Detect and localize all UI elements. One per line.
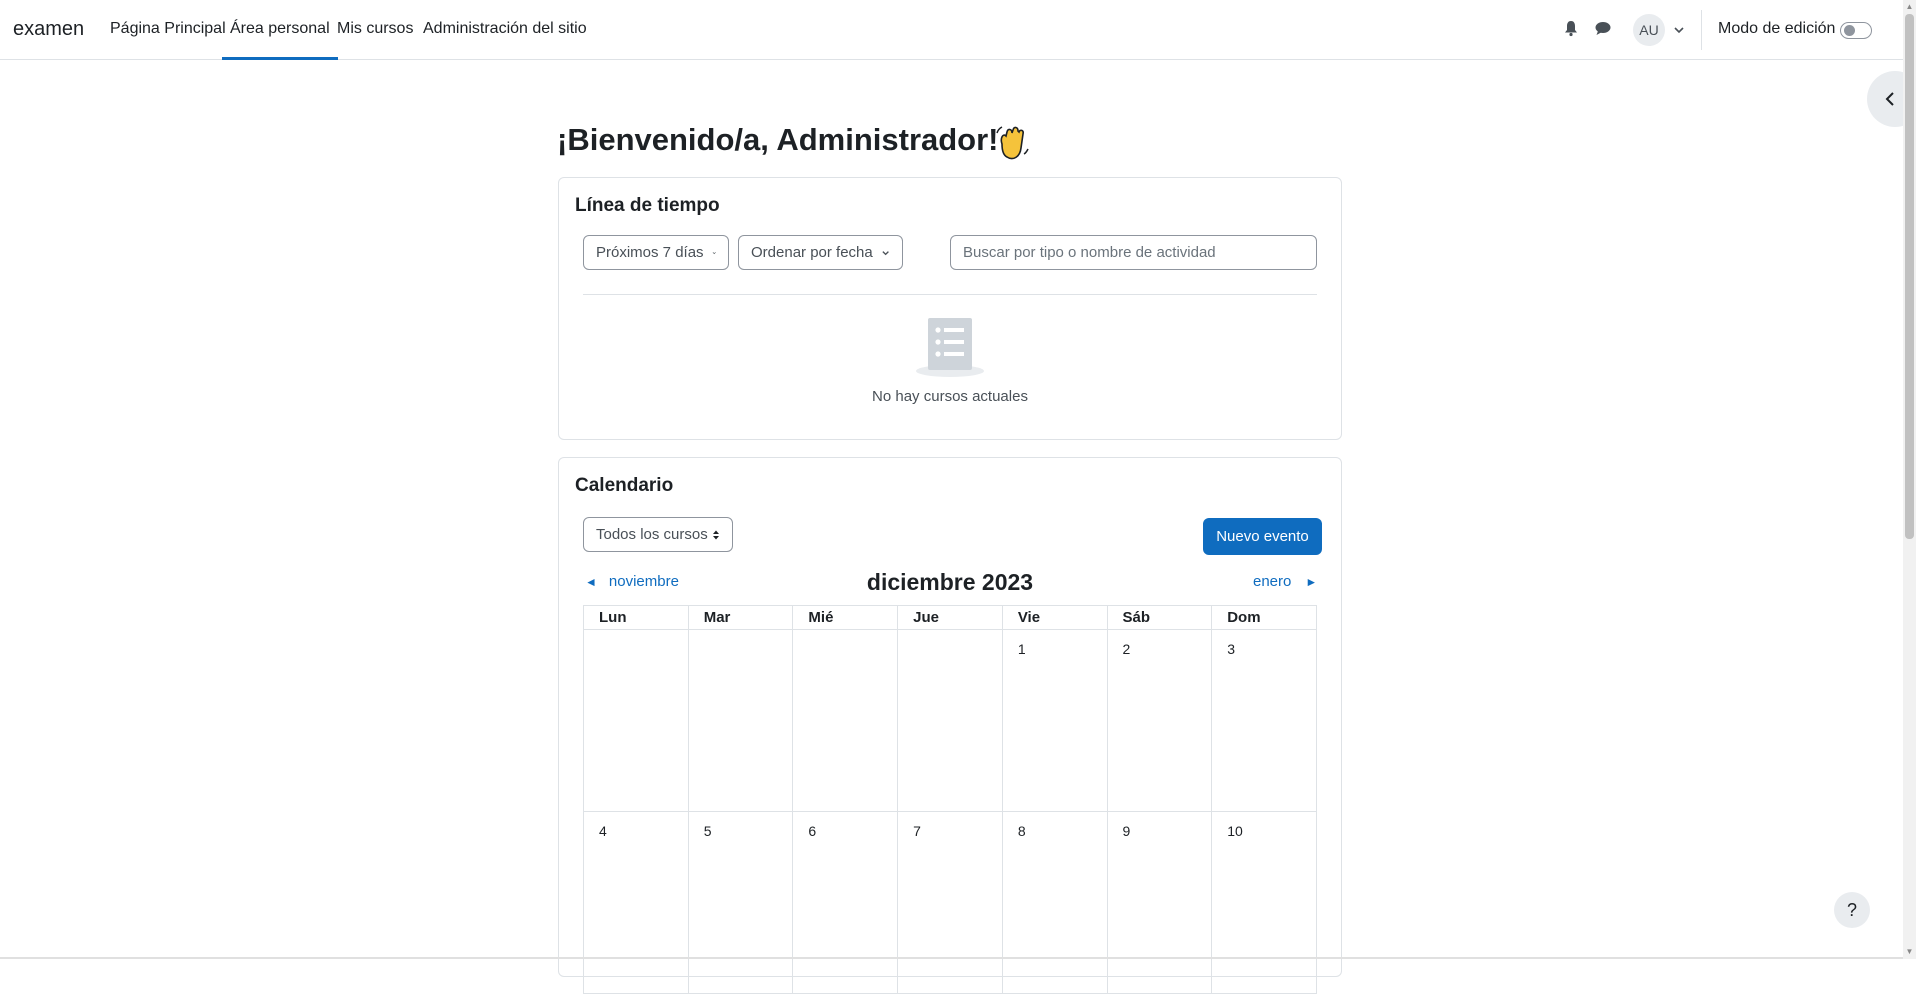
calendar-day-cell[interactable]: 5 xyxy=(687,811,794,994)
weekday-header-row: Lun Mar Mié Jue Vie Sáb Dom xyxy=(583,605,1317,630)
calendar-week-row: 1 2 3 xyxy=(583,629,1317,812)
calendar-day-cell[interactable]: 2 xyxy=(1106,629,1213,812)
weekday-header: Mié xyxy=(792,605,899,630)
scroll-down-arrow-icon[interactable]: ▼ xyxy=(1905,947,1914,956)
toggle-knob xyxy=(1844,25,1855,36)
user-avatar[interactable]: AU xyxy=(1633,14,1665,46)
nav-link-site-admin[interactable]: Administración del sitio xyxy=(423,20,587,60)
calendar-day-cell[interactable] xyxy=(897,629,1003,812)
new-event-button[interactable]: Nuevo evento xyxy=(1203,518,1322,555)
calendar-card: Calendario Todos los cursos Nuevo evento… xyxy=(558,457,1342,994)
page-title: ¡Bienvenido/a, Administrador! xyxy=(557,122,999,157)
chevron-left-icon xyxy=(1885,92,1894,106)
calendar-day-cell[interactable]: 3 xyxy=(1211,629,1317,812)
next-month-link[interactable]: enero ► xyxy=(1253,573,1317,590)
timeline-divider xyxy=(583,294,1317,295)
weekday-header: Dom xyxy=(1211,605,1317,630)
timeline-filter-value: Próximos 7 días xyxy=(596,244,704,261)
messages-chat-icon[interactable] xyxy=(1594,19,1612,37)
weekday-header: Lun xyxy=(583,605,689,630)
timeline-filter-dropdown[interactable]: Próximos 7 días xyxy=(583,235,729,270)
calendar-day-cell[interactable] xyxy=(583,629,689,812)
navbar-divider xyxy=(1701,10,1702,50)
timeline-empty-message: No hay cursos actuales xyxy=(872,388,1028,405)
timeline-sort-value: Ordenar por fecha xyxy=(751,244,873,261)
course-filter-value: Todos los cursos xyxy=(596,526,708,543)
timeline-sort-dropdown[interactable]: Ordenar por fecha xyxy=(738,235,903,270)
calendar-day-cell[interactable]: 7 xyxy=(897,811,1003,994)
notifications-bell-icon[interactable] xyxy=(1562,19,1580,37)
help-button[interactable]: ? xyxy=(1834,892,1870,928)
weekday-header: Mar xyxy=(687,605,794,630)
calendar-day-cell[interactable]: 1 xyxy=(1001,629,1108,812)
top-navbar: examen Página Principal Área personal Mi… xyxy=(0,0,1903,60)
calendar-day-cell[interactable]: 10 xyxy=(1211,811,1317,994)
right-arrow-icon: ► xyxy=(1305,575,1318,589)
calendar-day-cell[interactable]: 4 xyxy=(583,811,689,994)
edit-mode-toggle[interactable] xyxy=(1840,22,1872,39)
sort-arrows-icon xyxy=(713,530,719,539)
course-filter-select[interactable]: Todos los cursos xyxy=(583,517,733,552)
waving-hand-icon xyxy=(996,126,1029,160)
scrollbar-thumb[interactable] xyxy=(1905,14,1914,539)
nav-link-my-courses[interactable]: Mis cursos xyxy=(337,20,413,60)
calendar-grid: Lun Mar Mié Jue Vie Sáb Dom 1 2 3 4 5 6 … xyxy=(583,605,1317,994)
chevron-down-icon xyxy=(882,250,889,255)
calendar-week-row: 4 5 6 7 8 9 10 xyxy=(583,811,1317,994)
site-brand[interactable]: examen xyxy=(13,18,84,41)
calendar-title: Calendario xyxy=(575,475,674,496)
chevron-down-icon xyxy=(712,251,716,254)
weekday-header: Sáb xyxy=(1106,605,1213,630)
weekday-header: Vie xyxy=(1001,605,1108,630)
scroll-up-arrow-icon[interactable]: ▲ xyxy=(1905,2,1914,11)
edit-mode-label: Modo de edición xyxy=(1718,20,1836,37)
calendar-day-cell[interactable]: 8 xyxy=(1001,811,1108,994)
timeline-search-input[interactable] xyxy=(950,235,1317,270)
chevron-down-icon[interactable] xyxy=(1673,24,1685,36)
calendar-day-cell[interactable]: 9 xyxy=(1106,811,1213,994)
timeline-card: Línea de tiempo Próximos 7 días Ordenar … xyxy=(558,177,1342,440)
current-month-title: diciembre 2023 xyxy=(866,569,1034,595)
calendar-day-cell[interactable] xyxy=(687,629,794,812)
nav-link-dashboard[interactable]: Área personal xyxy=(222,20,338,60)
nav-link-home[interactable]: Página Principal xyxy=(110,20,226,60)
next-month-label: enero xyxy=(1253,573,1292,590)
timeline-title: Línea de tiempo xyxy=(575,195,720,216)
weekday-header: Jue xyxy=(897,605,1003,630)
calendar-day-cell[interactable]: 6 xyxy=(792,811,899,994)
calendar-day-cell[interactable] xyxy=(792,629,899,812)
empty-list-icon xyxy=(916,318,984,377)
